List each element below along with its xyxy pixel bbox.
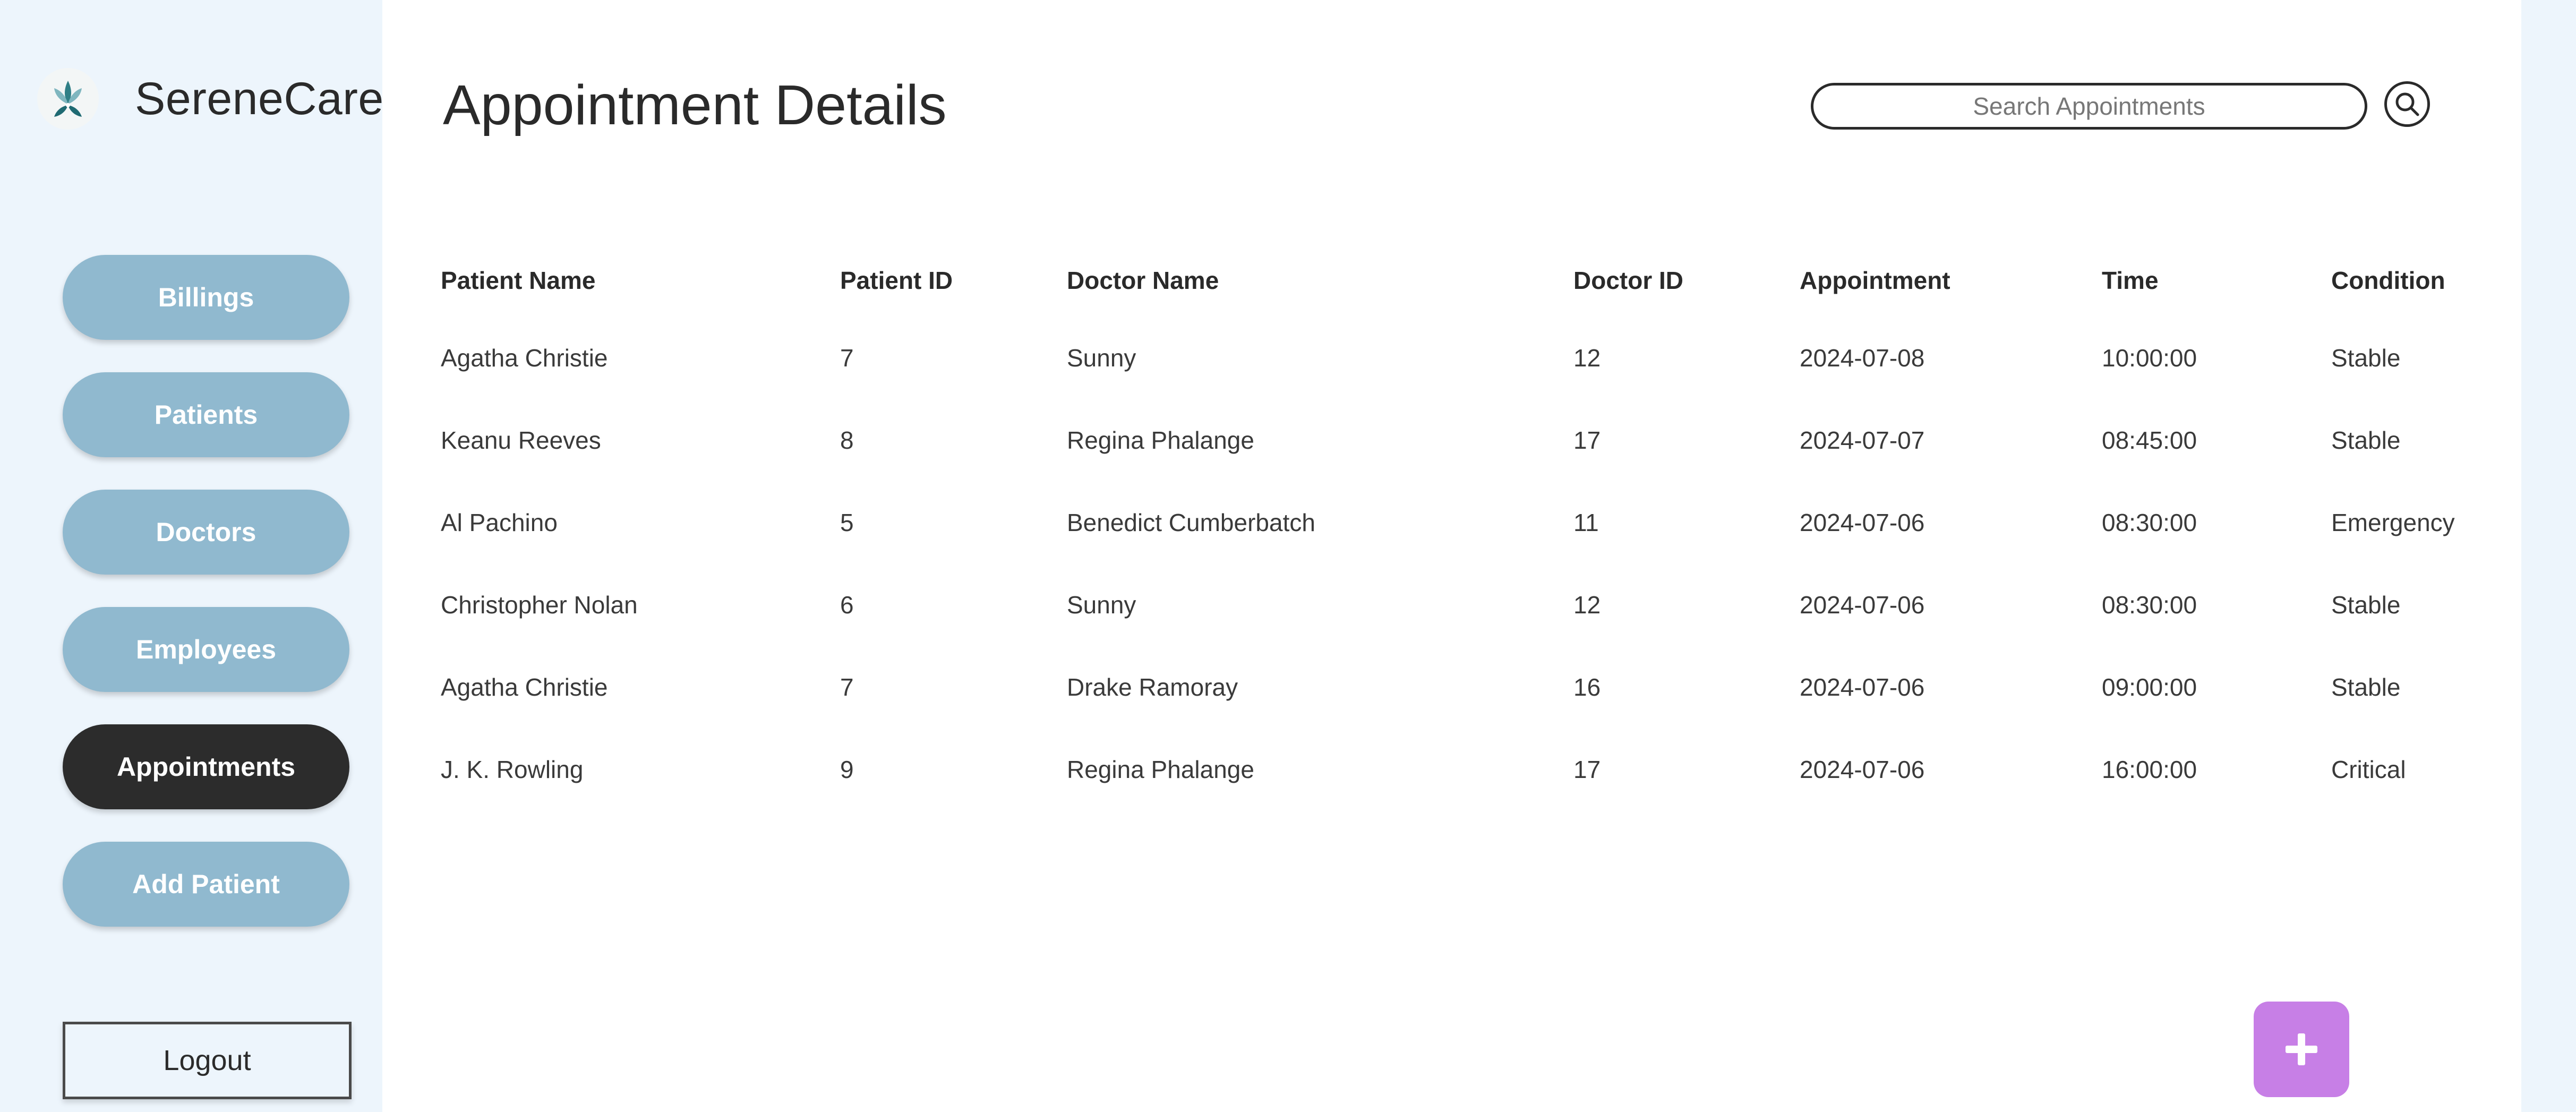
cell-patient-id: 8 <box>840 426 854 454</box>
cell-doctor-name: Sunny <box>1067 591 1136 619</box>
search-icon <box>2395 92 2419 116</box>
table-row[interactable]: Christopher Nolan 6 Sunny 12 2024-07-06 … <box>441 563 2480 646</box>
plus-icon <box>2286 1033 2317 1065</box>
cell-doctor-id: 17 <box>1573 426 1601 454</box>
nav-patients-button[interactable]: Patients <box>63 372 349 457</box>
cell-patient-id: 9 <box>840 755 854 783</box>
column-header-condition: Condition <box>2331 267 2445 294</box>
cell-time: 08:30:00 <box>2102 508 2197 536</box>
cell-appointment-date: 2024-07-06 <box>1800 591 1925 619</box>
cell-patient-name: Keanu Reeves <box>441 426 601 454</box>
cell-time: 10:00:00 <box>2102 344 2197 372</box>
add-appointment-button[interactable] <box>2254 1002 2349 1097</box>
column-header-doctor-id: Doctor ID <box>1573 267 1683 294</box>
cell-condition: Stable <box>2331 591 2401 619</box>
logout-button[interactable]: Logout <box>63 1022 352 1099</box>
page-title: Appointment Details <box>443 74 947 136</box>
column-header-doctor-name: Doctor Name <box>1067 267 1219 294</box>
cell-condition: Critical <box>2331 755 2406 783</box>
cell-doctor-name: Benedict Cumberbatch <box>1067 508 1315 536</box>
column-header-time: Time <box>2102 267 2159 294</box>
column-header-appointment: Appointment <box>1800 267 1950 294</box>
cell-patient-name: Agatha Christie <box>441 344 608 372</box>
cell-patient-name: Al Pachino <box>441 508 558 536</box>
cell-doctor-name: Drake Ramoray <box>1067 673 1238 701</box>
column-header-patient-id: Patient ID <box>840 267 953 294</box>
cell-appointment-date: 2024-07-06 <box>1800 755 1925 783</box>
cell-condition: Stable <box>2331 344 2401 372</box>
cell-doctor-id: 11 <box>1573 508 1599 536</box>
cell-patient-id: 7 <box>840 673 854 701</box>
cell-appointment-date: 2024-07-06 <box>1800 508 1925 536</box>
cell-time: 09:00:00 <box>2102 673 2197 701</box>
cell-condition: Stable <box>2331 426 2401 454</box>
cell-patient-name: J. K. Rowling <box>441 755 584 783</box>
nav-billings-button[interactable]: Billings <box>63 255 349 340</box>
app-root: SereneCare Billings Patients Doctors Emp… <box>0 0 2576 1112</box>
search-input[interactable] <box>1811 83 2367 130</box>
cell-time: 16:00:00 <box>2102 755 2197 783</box>
cell-doctor-id: 12 <box>1573 591 1601 619</box>
cell-doctor-name: Regina Phalange <box>1067 755 1254 783</box>
cell-patient-id: 7 <box>840 344 854 372</box>
nav-appointments-button[interactable]: Appointments <box>63 724 349 809</box>
cell-doctor-id: 17 <box>1573 755 1601 783</box>
cell-time: 08:45:00 <box>2102 426 2197 454</box>
cell-appointment-date: 2024-07-06 <box>1800 673 1925 701</box>
cell-patient-name: Christopher Nolan <box>441 591 638 619</box>
table-row[interactable]: Agatha Christie 7 Drake Ramoray 16 2024-… <box>441 646 2480 728</box>
cell-condition: Stable <box>2331 673 2401 701</box>
nav-employees-button[interactable]: Employees <box>63 607 349 692</box>
cell-appointment-date: 2024-07-08 <box>1800 344 1925 372</box>
cell-doctor-name: Sunny <box>1067 344 1136 372</box>
cell-doctor-id: 16 <box>1573 673 1601 701</box>
cell-patient-id: 5 <box>840 508 854 536</box>
cell-time: 08:30:00 <box>2102 591 2197 619</box>
nav-add-patient-button[interactable]: Add Patient <box>63 842 349 927</box>
appointments-table: Patient Name Patient ID Doctor Name Doct… <box>441 244 2480 810</box>
search-button[interactable] <box>2384 81 2430 127</box>
table-header-row: Patient Name Patient ID Doctor Name Doct… <box>441 244 2480 317</box>
brand: SereneCare <box>37 68 384 130</box>
cell-doctor-name: Regina Phalange <box>1067 426 1254 454</box>
cell-appointment-date: 2024-07-07 <box>1800 426 1925 454</box>
table-row[interactable]: Al Pachino 5 Benedict Cumberbatch 11 202… <box>441 481 2480 563</box>
brand-name: SereneCare <box>135 73 384 124</box>
nav-doctors-button[interactable]: Doctors <box>63 490 349 575</box>
table-row[interactable]: Agatha Christie 7 Sunny 12 2024-07-08 10… <box>441 317 2480 399</box>
right-edge-panel <box>2521 0 2576 1112</box>
serenecare-logo-icon <box>37 68 99 130</box>
cell-condition: Emergency <box>2331 508 2455 536</box>
column-header-patient-name: Patient Name <box>441 267 596 294</box>
cell-doctor-id: 12 <box>1573 344 1601 372</box>
cell-patient-name: Agatha Christie <box>441 673 608 701</box>
cell-patient-id: 6 <box>840 591 854 619</box>
table-row[interactable]: Keanu Reeves 8 Regina Phalange 17 2024-0… <box>441 399 2480 481</box>
main-content: Appointment Details Patient Name Patient… <box>382 0 2521 1112</box>
sidebar: SereneCare Billings Patients Doctors Emp… <box>0 0 384 1112</box>
table-row[interactable]: J. K. Rowling 9 Regina Phalange 17 2024-… <box>441 728 2480 810</box>
